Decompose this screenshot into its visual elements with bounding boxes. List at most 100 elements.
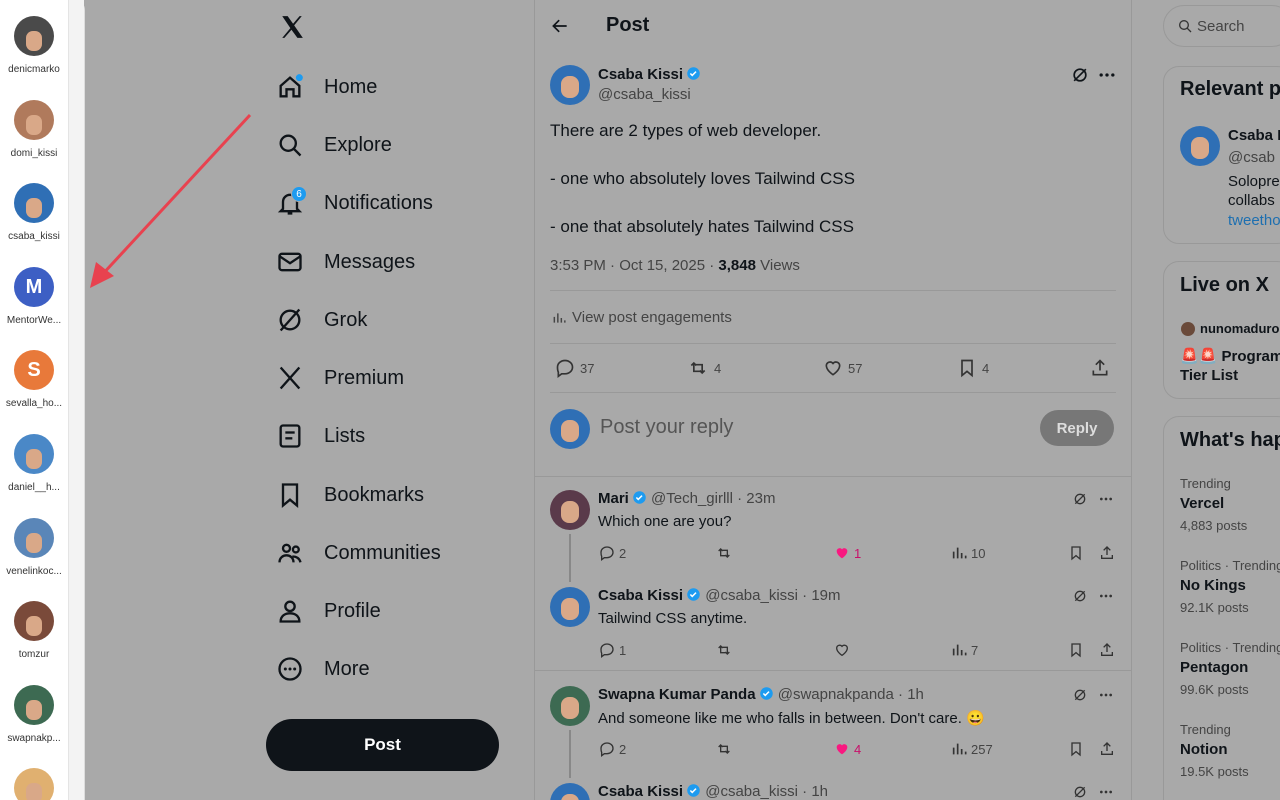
post-author[interactable]: Csaba Kissi xyxy=(598,66,701,83)
reply-text: And someone like me who falls in between… xyxy=(598,710,985,727)
nav-more[interactable]: More xyxy=(276,647,370,691)
account-item[interactable]: daniel__h... xyxy=(0,434,68,493)
live-text[interactable]: Tier List xyxy=(1180,367,1238,384)
reply-handle[interactable]: @swapnakpanda xyxy=(778,686,894,703)
reply-icon[interactable] xyxy=(555,358,575,378)
account-item[interactable]: venelinkoc... xyxy=(0,518,68,577)
share-icon[interactable] xyxy=(1099,545,1115,561)
heart-icon[interactable] xyxy=(834,741,850,757)
analytics-icon[interactable] xyxy=(951,545,967,561)
bookmark-icon[interactable] xyxy=(1068,545,1084,561)
view-count: 7 xyxy=(971,643,979,658)
nav-communities[interactable]: Communities xyxy=(276,531,441,575)
reply-handle[interactable]: @csaba_kissi xyxy=(705,587,798,604)
nav-explore[interactable]: Explore xyxy=(276,123,392,167)
reply-handle[interactable]: @csaba_kissi xyxy=(705,783,798,800)
share-icon[interactable] xyxy=(1099,741,1115,757)
grok-icon xyxy=(279,308,301,332)
reply-author[interactable]: Swapna Kumar Panda xyxy=(598,686,756,703)
account-item[interactable]: swapnakp... xyxy=(0,685,68,744)
verified-badge-icon xyxy=(687,67,700,80)
account-item[interactable]: M MentorWe... xyxy=(0,267,68,326)
heart-icon[interactable] xyxy=(823,358,843,378)
account-item[interactable]: domi_kissi xyxy=(0,100,68,159)
avatar[interactable] xyxy=(550,490,590,530)
nav-messages[interactable]: Messages xyxy=(276,240,415,284)
avatar[interactable] xyxy=(1180,126,1220,166)
reply-text: Tailwind CSS anytime. xyxy=(598,610,748,627)
share-icon[interactable] xyxy=(1099,642,1115,658)
trend-name[interactable]: Pentagon xyxy=(1180,659,1248,676)
reply-time[interactable]: · 1h xyxy=(802,783,828,800)
back-arrow-icon[interactable] xyxy=(550,16,570,36)
reply-author[interactable]: Csaba Kissi xyxy=(598,587,683,604)
analytics-icon[interactable] xyxy=(951,741,967,757)
reply-icon[interactable] xyxy=(599,741,615,757)
heart-icon[interactable] xyxy=(834,642,850,658)
grok-icon[interactable] xyxy=(1072,588,1088,604)
avatar[interactable] xyxy=(550,587,590,627)
bookmark-icon[interactable] xyxy=(957,358,977,378)
bookmark-icon[interactable] xyxy=(1068,642,1084,658)
more-options-icon[interactable] xyxy=(1098,687,1114,703)
live-host-avatar xyxy=(1181,322,1195,336)
account-item[interactable]: denicmarko xyxy=(0,16,68,75)
share-icon[interactable] xyxy=(1090,358,1110,378)
x-logo-icon[interactable] xyxy=(279,14,305,40)
nav-premium[interactable]: Premium xyxy=(276,356,404,400)
reply-button[interactable]: Reply xyxy=(1040,410,1114,446)
more-options-icon[interactable] xyxy=(1098,588,1114,604)
more-options-icon[interactable] xyxy=(1098,491,1114,507)
account-name: swapnakp... xyxy=(7,733,61,744)
relevant-name[interactable]: Csaba I xyxy=(1228,127,1280,144)
trend-count: 4,883 posts xyxy=(1180,518,1248,533)
nav-home[interactable]: Home xyxy=(276,65,377,109)
nav-bookmarks[interactable]: Bookmarks xyxy=(276,473,424,517)
grok-icon[interactable] xyxy=(1070,65,1090,85)
search-input[interactable]: Search xyxy=(1163,5,1280,47)
reply-time[interactable]: · 19m xyxy=(802,587,840,604)
repost-icon[interactable] xyxy=(716,642,732,658)
bookmark-icon[interactable] xyxy=(1068,741,1084,757)
reply-input[interactable]: Post your reply xyxy=(600,416,733,439)
grok-icon[interactable] xyxy=(1072,784,1088,800)
reply-icon[interactable] xyxy=(599,545,615,561)
avatar xyxy=(14,16,54,56)
reply-icon[interactable] xyxy=(599,642,615,658)
verified-badge-icon xyxy=(687,588,700,601)
heart-icon[interactable] xyxy=(834,545,850,561)
account-item[interactable] xyxy=(0,768,68,800)
nav-lists[interactable]: Lists xyxy=(276,414,365,458)
account-item[interactable]: Ssevalla_ho... xyxy=(0,350,68,409)
nav-profile[interactable]: Profile xyxy=(276,589,381,633)
repost-icon[interactable] xyxy=(716,741,732,757)
more-options-icon[interactable] xyxy=(1098,784,1114,800)
reply-time[interactable]: · 23m xyxy=(737,490,775,507)
avatar: S xyxy=(14,350,54,390)
relevant-link[interactable]: tweetho xyxy=(1228,212,1280,229)
grok-icon[interactable] xyxy=(1072,687,1088,703)
live-text[interactable]: 🚨🚨 Program xyxy=(1180,347,1280,365)
avatar[interactable] xyxy=(550,65,590,105)
account-item[interactable]: tomzur xyxy=(0,601,68,660)
reply-author[interactable]: Csaba Kissi xyxy=(598,783,683,800)
avatar[interactable] xyxy=(550,686,590,726)
repost-icon[interactable] xyxy=(716,545,732,561)
analytics-icon[interactable] xyxy=(951,642,967,658)
nav-grok[interactable]: Grok xyxy=(276,298,367,342)
reply-author[interactable]: Mari xyxy=(598,490,629,507)
trend-name[interactable]: Notion xyxy=(1180,741,1227,758)
post-text-line: - one that absolutely hates Tailwind CSS xyxy=(550,217,854,236)
live-host[interactable]: nunomaduro xyxy=(1200,321,1279,336)
repost-icon[interactable] xyxy=(688,358,708,378)
more-options-icon[interactable] xyxy=(1097,65,1117,85)
trend-name[interactable]: No Kings xyxy=(1180,577,1246,594)
view-engagements-link[interactable]: View post engagements xyxy=(572,309,732,326)
post-handle[interactable]: @csaba_kissi xyxy=(598,86,691,103)
trend-name[interactable]: Vercel xyxy=(1180,495,1224,512)
post-button[interactable]: Post xyxy=(266,719,499,771)
reply-handle[interactable]: @Tech_girlll xyxy=(651,490,733,507)
account-item[interactable]: csaba_kissi xyxy=(0,183,68,242)
reply-time[interactable]: · 1h xyxy=(898,686,924,703)
grok-icon[interactable] xyxy=(1072,491,1088,507)
